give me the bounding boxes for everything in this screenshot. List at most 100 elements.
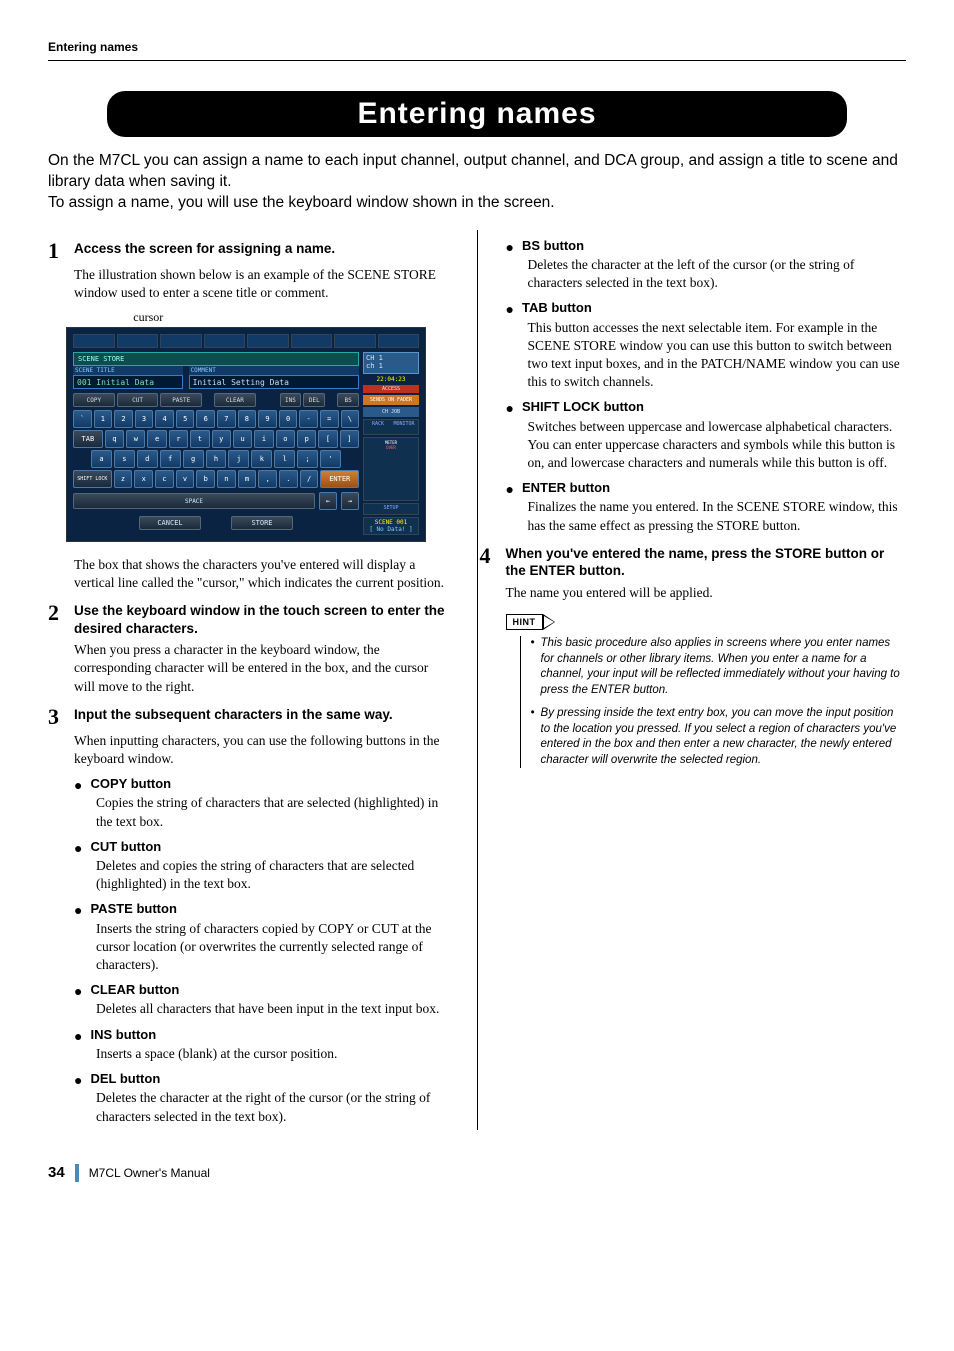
ss-monitor[interactable]: MONITOR [391, 421, 417, 433]
left-column: 1 Access the screen for assigning a name… [48, 230, 449, 1130]
ss-paste-button[interactable]: PASTE [160, 393, 202, 407]
ss-cut-button[interactable]: CUT [117, 393, 159, 407]
ss-key[interactable]: d [137, 450, 158, 468]
step-body: The illustration shown below is an examp… [74, 266, 449, 302]
ss-key[interactable]: e [147, 430, 166, 448]
ss-key[interactable]: . [279, 470, 298, 488]
ss-key[interactable]: g [183, 450, 204, 468]
ss-sends-on-fader[interactable]: SENDS ON FADER [363, 395, 419, 405]
ss-key[interactable]: 7 [217, 410, 236, 428]
ss-key[interactable]: s [114, 450, 135, 468]
intro-paragraph: On the M7CL you can assign a name to eac… [48, 151, 906, 214]
scene-store-screenshot: SCENE STORE SCENE TITLE 001 Initial Data… [66, 327, 426, 541]
ss-key[interactable]: t [190, 430, 209, 448]
ss-key[interactable]: 2 [114, 410, 133, 428]
ss-ins-button[interactable]: INS [280, 393, 302, 407]
bullet-paste: ●PASTE button [74, 901, 449, 919]
ss-del-button[interactable]: DEL [303, 393, 325, 407]
two-column-layout: 1 Access the screen for assigning a name… [48, 230, 906, 1130]
ss-key[interactable]: 5 [176, 410, 195, 428]
section-title: Entering names [107, 97, 847, 131]
ss-key[interactable]: n [217, 470, 236, 488]
bullet-clear-body: Deletes all characters that have been in… [96, 1000, 449, 1018]
ss-cancel-button[interactable]: CANCEL [139, 516, 201, 530]
ss-key[interactable]: - [299, 410, 318, 428]
ss-key[interactable]: q [105, 430, 124, 448]
ss-key[interactable]: w [126, 430, 145, 448]
manual-title: M7CL Owner's Manual [89, 1166, 210, 1180]
ss-key[interactable]: ] [340, 430, 359, 448]
page-number: 34 [48, 1164, 65, 1181]
ss-key[interactable]: f [160, 450, 181, 468]
ss-key[interactable]: k [251, 450, 272, 468]
bullet-copy: ●COPY button [74, 776, 449, 794]
ss-clear-button[interactable]: CLEAR [214, 393, 256, 407]
column-divider [477, 230, 478, 1130]
ss-key[interactable]: u [233, 430, 252, 448]
step-title: When you've entered the name, press the … [506, 545, 907, 580]
ss-key[interactable]: ' [320, 450, 341, 468]
ss-scene-title-input[interactable]: 001 Initial Data [73, 375, 183, 389]
bullet-clear: ●CLEAR button [74, 982, 449, 1000]
ss-key[interactable]: x [134, 470, 153, 488]
ss-setup[interactable]: SETUP [363, 503, 419, 515]
ss-key[interactable]: o [276, 430, 295, 448]
ss-key[interactable]: z [114, 470, 133, 488]
ss-key[interactable]: l [274, 450, 295, 468]
ss-selected-channel[interactable]: CH 1 ch 1 [363, 352, 419, 373]
hint-item-2: •By pressing inside the text entry box, … [531, 706, 907, 768]
ss-right-arrow-key[interactable]: → [341, 492, 359, 510]
ss-key[interactable]: , [258, 470, 277, 488]
ss-shiftlock-key[interactable]: SHIFT LOCK [73, 470, 112, 488]
ss-key[interactable]: 0 [279, 410, 298, 428]
ss-key[interactable]: v [176, 470, 195, 488]
ss-key[interactable]: 1 [94, 410, 113, 428]
ss-space-key[interactable]: SPACE [73, 493, 315, 509]
hint-item-1: •This basic procedure also applies in sc… [531, 636, 907, 698]
ss-key[interactable]: [ [318, 430, 337, 448]
step-title: Use the keyboard window in the touch scr… [74, 602, 449, 637]
ss-key-row-z: SHIFT LOCK z x c v b n m , . / ENTER [73, 470, 359, 488]
bullet-del: ●DEL button [74, 1071, 449, 1089]
ss-meter[interactable]: METER OVER [363, 437, 419, 501]
ss-key[interactable]: 9 [258, 410, 277, 428]
hint-arrow-icon [543, 614, 555, 630]
ss-copy-button[interactable]: COPY [73, 393, 115, 407]
ss-key[interactable]: \ [341, 410, 360, 428]
hint-label-row: HINT [506, 614, 907, 630]
ss-key[interactable]: ` [73, 410, 92, 428]
bullet-cut-body: Deletes and copies the string of charact… [96, 857, 449, 893]
ss-scene-indicator[interactable]: SCENE 001 [ No Data! ] [363, 517, 419, 535]
step-number: 2 [48, 602, 66, 637]
ss-key[interactable]: y [212, 430, 231, 448]
ss-key[interactable]: 3 [135, 410, 154, 428]
ss-key[interactable]: h [206, 450, 227, 468]
ss-rack[interactable]: RACK [365, 421, 391, 433]
ss-key[interactable]: p [297, 430, 316, 448]
ss-key[interactable]: c [155, 470, 174, 488]
bullet-tab: ●TAB button [506, 300, 907, 318]
bullet-copy-body: Copies the string of characters that are… [96, 794, 449, 830]
ss-left-arrow-key[interactable]: ← [319, 492, 337, 510]
ss-key[interactable]: = [320, 410, 339, 428]
ss-key[interactable]: i [254, 430, 273, 448]
ss-key[interactable]: b [196, 470, 215, 488]
ss-store-button[interactable]: STORE [231, 516, 293, 530]
ss-key[interactable]: a [91, 450, 112, 468]
ss-ch-job[interactable]: CH JOB [363, 407, 419, 417]
ss-bs-button[interactable]: BS [337, 393, 359, 407]
ss-key[interactable]: 6 [196, 410, 215, 428]
step-2: 2 Use the keyboard window in the touch s… [48, 602, 449, 637]
ss-key[interactable]: m [238, 470, 257, 488]
ss-key[interactable]: j [228, 450, 249, 468]
ss-comment-input[interactable]: Initial Setting Data [189, 375, 359, 389]
header-rule [48, 60, 906, 61]
ss-tab-key[interactable]: TAB [73, 430, 103, 448]
ss-key[interactable]: 4 [155, 410, 174, 428]
ss-key[interactable]: 8 [238, 410, 257, 428]
bullet-tab-body: This button accesses the next selectable… [528, 319, 907, 392]
ss-enter-key[interactable]: ENTER [320, 470, 359, 488]
ss-key[interactable]: r [169, 430, 188, 448]
ss-key[interactable]: ; [297, 450, 318, 468]
ss-key[interactable]: / [300, 470, 319, 488]
